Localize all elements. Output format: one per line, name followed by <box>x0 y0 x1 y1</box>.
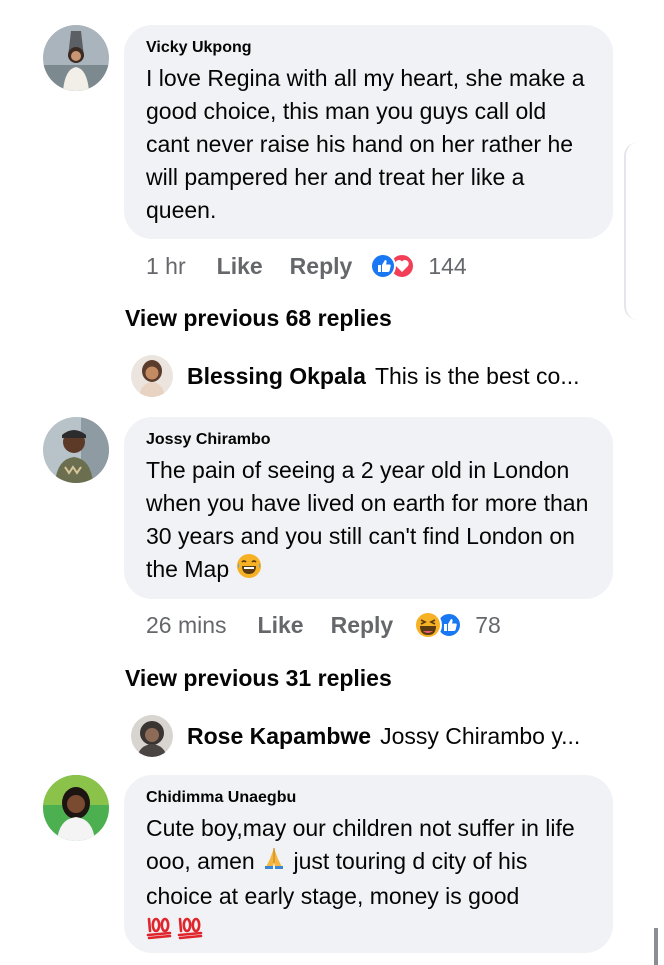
comment-bubble: Vicky Ukpong I love Regina with all my h… <box>124 25 613 239</box>
scroll-edge <box>624 142 664 320</box>
reaction-count[interactable]: 78 <box>475 612 501 639</box>
haha-like-reaction-icons <box>414 611 463 639</box>
comment-time[interactable]: 26 mins <box>146 612 227 639</box>
like-button[interactable]: Like <box>217 253 263 280</box>
hundred-points-emoji-icon <box>146 914 208 949</box>
comment-actions: 1 hr Like Reply 144 <box>146 251 467 281</box>
comment-time[interactable]: 1 hr <box>146 253 186 280</box>
comment-bubble: Jossy Chirambo The pain of seeing a 2 ye… <box>124 417 613 599</box>
avatar[interactable] <box>43 25 109 91</box>
preview-author[interactable]: Blessing Okpala <box>187 363 366 390</box>
avatar-photo <box>43 417 109 483</box>
comment-text: The pain of seeing a 2 year old in Londo… <box>146 454 591 588</box>
comment-author[interactable]: Chidimma Unaegbu <box>146 787 591 809</box>
reaction-summary[interactable] <box>413 610 465 640</box>
praying-hands-emoji-icon <box>261 845 287 880</box>
preview-text: This is the best co... <box>374 362 580 389</box>
view-previous-replies[interactable]: View previous 31 replies <box>125 665 392 692</box>
reply-button[interactable]: Reply <box>290 253 353 280</box>
comment-bubble: Chidimma Unaegbu Cute boy,may our childr… <box>124 775 613 953</box>
reply-preview[interactable]: Blessing Okpala This is the best co... <box>131 355 601 397</box>
scrollbar[interactable] <box>654 928 658 965</box>
like-love-reaction-icons <box>370 253 416 279</box>
preview-author[interactable]: Rose Kapambwe <box>187 723 371 750</box>
comment-author[interactable]: Vicky Ukpong <box>146 37 591 59</box>
reply-button[interactable]: Reply <box>331 612 394 639</box>
avatar-photo <box>43 775 109 841</box>
reaction-count[interactable]: 144 <box>428 253 466 280</box>
avatar-photo <box>43 25 109 91</box>
reaction-summary[interactable] <box>368 251 418 281</box>
avatar[interactable] <box>43 417 109 483</box>
avatar <box>131 355 173 397</box>
avatar-photo <box>131 715 173 757</box>
avatar[interactable] <box>43 775 109 841</box>
avatar-photo <box>131 355 173 397</box>
like-button[interactable]: Like <box>258 612 304 639</box>
comment-author[interactable]: Jossy Chirambo <box>146 429 591 451</box>
avatar <box>131 715 173 757</box>
view-previous-replies[interactable]: View previous 68 replies <box>125 305 392 332</box>
comment-text: Cute boy,may our children not suffer in … <box>146 812 591 949</box>
comment-text: I love Regina with all my heart, she mak… <box>146 65 585 223</box>
reply-preview[interactable]: Rose Kapambwe Jossy Chirambo y... <box>131 715 601 757</box>
preview-text: Jossy Chirambo y... <box>380 722 581 749</box>
comment-actions: 26 mins Like Reply 78 <box>146 610 501 640</box>
laughing-crying-emoji-icon <box>236 553 262 588</box>
comment-text-content: The pain of seeing a 2 year old in Londo… <box>146 457 589 582</box>
